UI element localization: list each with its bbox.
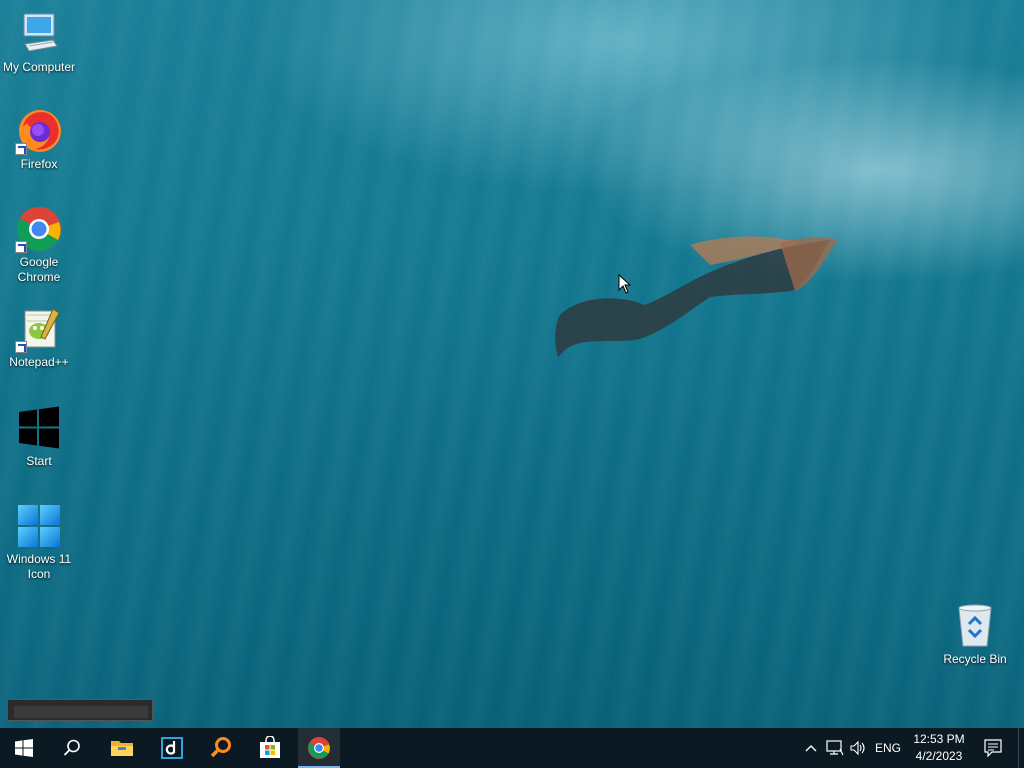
desktop-icon-label: Recycle Bin [943,652,1007,666]
notepadplusplus-icon [15,305,63,353]
store-icon [260,736,280,758]
desktop-icon-label: Windows 11 Icon [6,552,72,581]
taskbar: ENG 12:53 PM 4/2/2023 [0,728,1024,768]
shortcut-arrow-icon [15,143,27,155]
search-icon [63,739,80,756]
desktop-icon-firefox[interactable]: Firefox [0,107,78,172]
desktop-icon-my-computer[interactable]: My Computer [0,10,78,75]
desktop-icon-recycle-bin[interactable]: Recycle Bin [936,602,1014,667]
notifications-button[interactable] [978,728,1008,768]
language-label: ENG [874,741,901,755]
volume-tray-button[interactable] [847,728,869,768]
network-icon [826,740,844,756]
desktop-icon-windows-11[interactable]: Windows 11 Icon [0,502,78,582]
chrome-icon [308,737,330,759]
magnifier-orange-icon [210,737,231,758]
search-button[interactable] [48,728,96,768]
mouse-cursor-icon [618,274,632,294]
clock-date: 4/2/2023 [915,749,963,763]
show-desktop-button[interactable] [1018,728,1024,768]
desktop-icon-start[interactable]: Start [0,404,78,469]
language-indicator[interactable]: ENG [872,728,904,768]
desktop-icon-google-chrome[interactable]: Google Chrome [0,205,78,285]
app-d-icon [161,737,183,759]
shortcut-arrow-icon [15,341,27,353]
shortcut-arrow-icon [15,241,27,253]
recycle-bin-icon [951,602,999,650]
wallpaper-rays [0,0,1024,728]
firefox-icon [15,107,63,155]
file-explorer-button[interactable] [98,728,146,768]
windows11-logo-icon [15,502,63,550]
folder-icon [111,741,133,756]
clock[interactable]: 12:53 PM 4/2/2023 [906,731,972,765]
volume-icon [850,740,865,756]
show-hidden-icons-button[interactable] [800,728,822,768]
windows-logo-icon [15,404,63,452]
microsoft-store-button[interactable] [246,728,294,768]
search-everything-button[interactable] [197,728,245,768]
desktop-icon-label: Start [26,454,52,468]
notification-center-icon [984,739,1002,757]
desktop-icon-label: Google Chrome [17,255,61,284]
computer-icon [15,10,63,58]
windows-logo-icon [15,739,33,757]
chrome-icon [15,205,63,253]
desktop-icon-notepadplusplus[interactable]: Notepad++ [0,305,78,370]
clock-time: 12:53 PM [913,732,965,746]
chevron-up-icon [805,745,817,752]
chrome-taskbar-button[interactable] [298,728,340,768]
app-d-button[interactable] [148,728,196,768]
desktop-icon-label: Notepad++ [9,355,69,369]
start-button[interactable] [0,728,48,768]
desktop-icon-label: Firefox [20,157,58,171]
taskbar-thumbnail-placeholder [7,699,153,721]
wallpaper-diver [555,236,838,357]
network-tray-icon-button[interactable] [823,728,847,768]
desktop-icon-label: My Computer [2,60,76,74]
